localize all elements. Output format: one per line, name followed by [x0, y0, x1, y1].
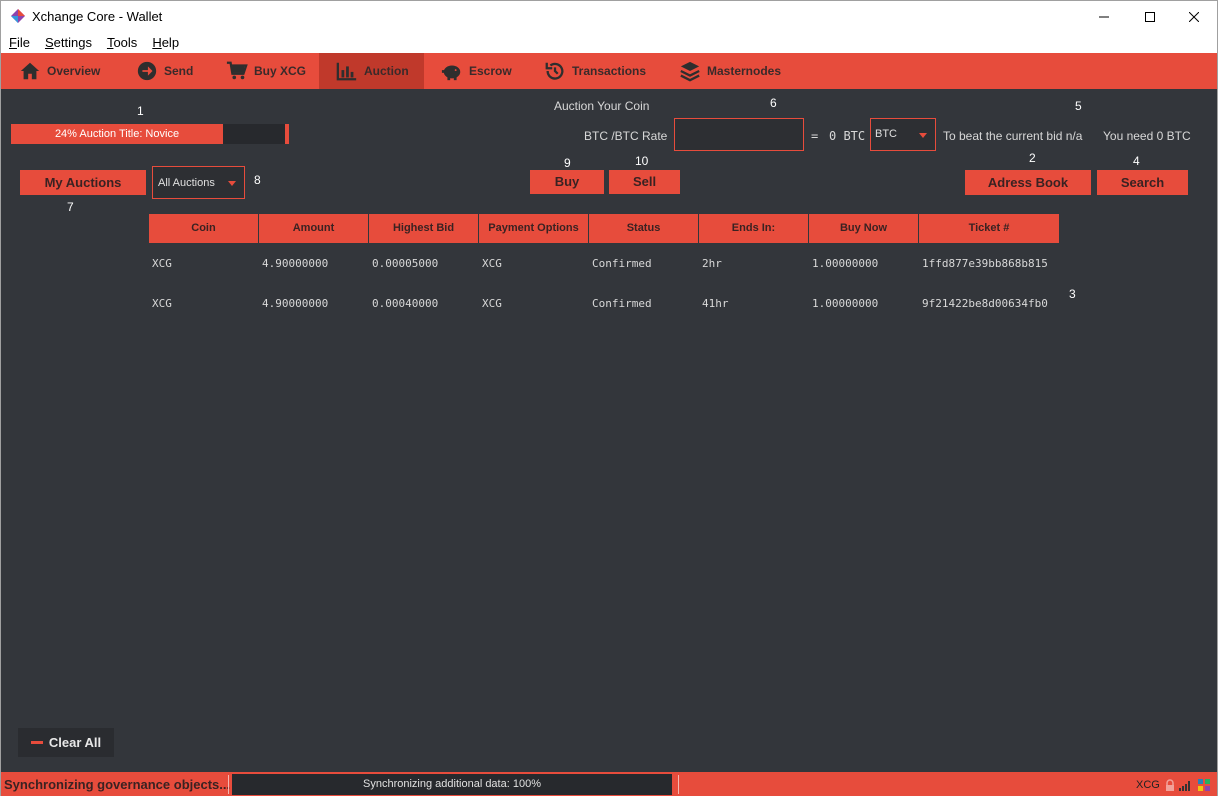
tab-auction[interactable]: Auction: [319, 53, 424, 89]
column-header[interactable]: Ends In:: [699, 214, 809, 243]
app-logo-icon: [11, 9, 25, 23]
bar-chart-icon: [336, 62, 357, 81]
home-icon: [20, 62, 40, 80]
menu-file[interactable]: File: [1, 35, 37, 50]
menu-help[interactable]: Help: [144, 35, 186, 50]
chevron-down-icon: [228, 180, 236, 186]
tab-overview[interactable]: Overview: [19, 53, 100, 89]
annotation-4: 4: [1133, 154, 1140, 168]
auction-panel: 1 24% Auction Title: Novice Auction Your…: [1, 89, 1217, 772]
menu-bar: File Settings Tools Help: [1, 32, 1217, 53]
annotation-6: 6: [770, 96, 777, 110]
beat-bid-text: To beat the current bid n/a: [943, 129, 1083, 143]
annotation-1: 1: [137, 104, 144, 118]
annotation-9: 9: [564, 156, 571, 170]
menu-settings[interactable]: Settings: [37, 35, 99, 50]
auction-filter-select[interactable]: All Auctions: [152, 166, 245, 199]
auction-title-progress: 24% Auction Title: Novice: [11, 124, 289, 144]
column-header[interactable]: Payment Options: [479, 214, 589, 243]
app-window: Xchange Core - Wallet File Settings Tool…: [0, 0, 1218, 796]
chevron-down-icon: [919, 132, 927, 138]
status-bar: Synchronizing governance objects... Sync…: [1, 772, 1217, 796]
close-icon: [1189, 11, 1199, 22]
auctions-table: Coin Amount Highest Bid Payment Options …: [149, 214, 1059, 323]
layers-icon: [680, 61, 700, 82]
my-auctions-button[interactable]: My Auctions: [20, 170, 146, 195]
menu-tools[interactable]: Tools: [99, 35, 144, 50]
title-bar: Xchange Core - Wallet: [1, 1, 1217, 32]
rate-result: 0 BTC: [829, 129, 866, 143]
sell-button[interactable]: Sell: [609, 170, 680, 194]
clear-all-button[interactable]: Clear All: [18, 728, 114, 757]
unit-label[interactable]: XCG: [1136, 779, 1160, 791]
annotation-10: 10: [635, 154, 649, 168]
search-button[interactable]: Search: [1097, 170, 1188, 195]
tab-escrow[interactable]: Escrow: [441, 53, 512, 89]
minus-icon: [30, 741, 43, 744]
buy-button[interactable]: Buy: [530, 170, 604, 194]
rate-label: BTC /BTC Rate: [584, 129, 668, 143]
column-header[interactable]: Buy Now: [809, 214, 919, 243]
tab-send[interactable]: Send: [136, 53, 193, 89]
sync-status-label: Synchronizing governance objects...: [4, 777, 231, 792]
address-book-button[interactable]: Adress Book: [965, 170, 1091, 195]
table-row[interactable]: XCG 4.90000000 0.00040000 XCG Confirmed …: [149, 283, 1059, 323]
history-icon: [545, 62, 564, 80]
minimize-icon: [1099, 16, 1109, 17]
column-header[interactable]: Amount: [259, 214, 369, 243]
progress-label: 24% Auction Title: Novice: [54, 128, 180, 140]
sync-progress-bar: Synchronizing additional data: 100%: [232, 774, 672, 795]
cart-icon: [226, 61, 248, 80]
need-text: You need 0 BTC: [1103, 129, 1191, 143]
annotation-5: 5: [1075, 99, 1082, 113]
annotation-7: 7: [67, 200, 74, 214]
auction-heading: Auction Your Coin: [554, 99, 650, 113]
minimize-button[interactable]: [1081, 1, 1127, 32]
table-header: Coin Amount Highest Bid Payment Options …: [149, 214, 1059, 243]
maximize-icon: [1145, 11, 1155, 22]
window-title: Xchange Core - Wallet: [32, 9, 163, 24]
column-header[interactable]: Highest Bid: [369, 214, 479, 243]
arrow-circle-icon: [137, 61, 157, 81]
column-header[interactable]: Coin: [149, 214, 259, 243]
column-header[interactable]: Ticket #: [919, 214, 1059, 243]
currency-select[interactable]: BTC: [870, 118, 936, 151]
rate-input[interactable]: [674, 118, 804, 151]
nav-tabs: Overview Send Buy XCG Auction Escrow Tra…: [1, 53, 1217, 89]
table-row[interactable]: XCG 4.90000000 0.00005000 XCG Confirmed …: [149, 243, 1059, 283]
piggy-bank-icon: [441, 65, 461, 81]
annotation-8: 8: [254, 173, 261, 187]
tab-transactions[interactable]: Transactions: [544, 53, 646, 89]
equals-sign: =: [811, 129, 819, 143]
lock-icon: [1166, 779, 1174, 791]
sync-complete-icon[interactable]: [1197, 778, 1211, 792]
maximize-button[interactable]: [1127, 1, 1173, 32]
tab-buy-xcg[interactable]: Buy XCG: [226, 53, 306, 89]
annotation-3: 3: [1069, 287, 1076, 301]
column-header[interactable]: Status: [589, 214, 699, 243]
annotation-2: 2: [1029, 151, 1036, 165]
tab-masternodes[interactable]: Masternodes: [679, 53, 781, 89]
network-signal-icon[interactable]: [1179, 779, 1193, 791]
close-button[interactable]: [1171, 1, 1217, 32]
